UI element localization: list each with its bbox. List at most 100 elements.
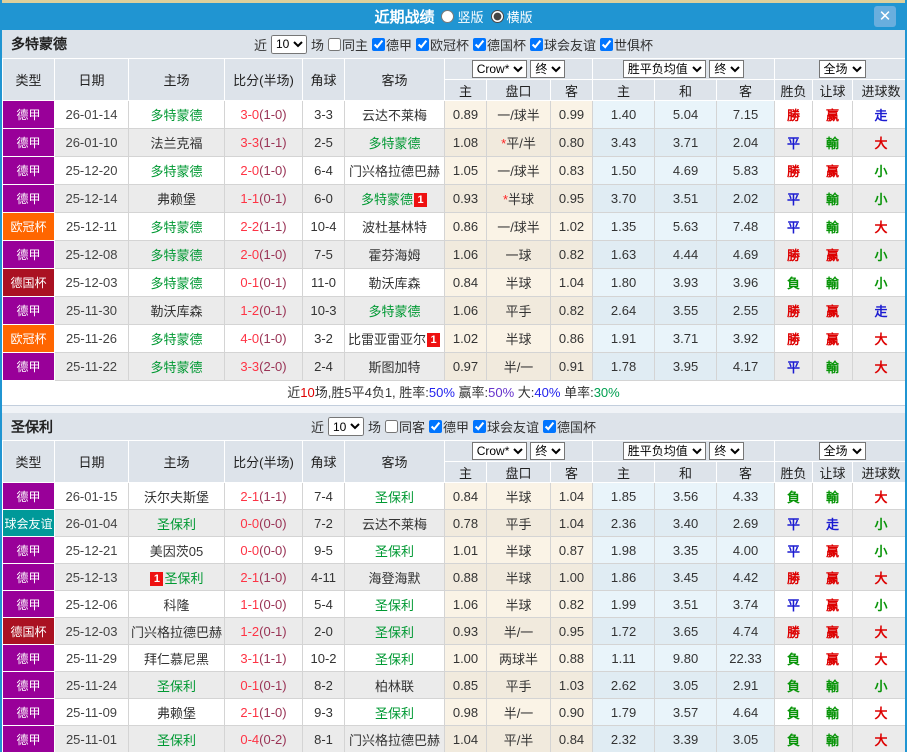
filter-same-venue[interactable]: 同客 <box>384 417 425 436</box>
result-char: 走 <box>874 304 888 319</box>
match-date: 25-12-03 <box>54 617 129 645</box>
score-cell: 3-0(1-0) <box>224 100 303 129</box>
filter-league[interactable]: 世俱杯 <box>600 35 653 54</box>
team-name: 多特蒙德 <box>150 360 203 375</box>
fulltime-score: 2-1 <box>240 704 260 720</box>
result-char: 勝 <box>787 304 801 319</box>
away-team: 圣保利 <box>344 482 445 510</box>
result-char: 走 <box>826 516 840 532</box>
match-count-select[interactable]: 10 <box>270 34 307 54</box>
avg-home: 1.91 <box>592 324 656 353</box>
avg-away: 7.48 <box>716 212 776 241</box>
halftime-score: (1-1) <box>259 650 287 666</box>
handicap-text: 平/半 <box>503 732 534 748</box>
scope-select[interactable]: 全场 <box>818 60 866 78</box>
result-char: 平 <box>787 136 801 151</box>
scope-select[interactable]: 全场 <box>818 442 866 460</box>
close-button[interactable]: ✕ <box>874 6 896 27</box>
filter-league[interactable]: 球会友谊 <box>530 35 596 54</box>
result-handicap: 赢 <box>812 590 854 618</box>
league-checkbox[interactable] <box>473 37 487 51</box>
avg-draw: 4.44 <box>654 240 718 269</box>
odds-away: 0.83 <box>549 156 594 185</box>
result-char: 勝 <box>787 624 801 640</box>
col-date: 日期 <box>54 58 129 101</box>
filter-league[interactable]: 球会友谊 <box>473 417 539 436</box>
avg-select[interactable]: 胜平负均值 <box>622 442 706 460</box>
league-checkbox[interactable] <box>416 37 429 51</box>
odds-stage-select[interactable]: 终 <box>530 60 566 78</box>
filter-same-venue[interactable]: 同主 <box>327 35 368 54</box>
match-row: 德甲 25-12-13 1 圣保利 2-1(1-0) 4-11 海登海默 0.88 半球 1.00… <box>2 563 905 591</box>
score-cell: 0-1(0-1) <box>224 671 303 699</box>
odds-group-header: Crow* 终 <box>443 440 594 462</box>
league-checkbox[interactable] <box>371 37 385 51</box>
result-handicap: 輸 <box>812 128 854 157</box>
vertical-radio[interactable] <box>441 10 455 23</box>
same-venue-label: 同主 <box>341 37 368 53</box>
result-goals: 大 <box>852 212 905 241</box>
league-checkbox[interactable] <box>473 420 487 433</box>
filters-bar: 近 10 场 同主 德甲 欧冠杯 德国杯 球会友谊 世俱杯 <box>2 34 905 54</box>
avg-stage-select[interactable]: 终 <box>709 60 745 78</box>
league-checkbox[interactable] <box>543 420 557 433</box>
league-checkbox[interactable] <box>530 37 544 51</box>
col-away: 客场 <box>344 440 445 483</box>
same-venue-checkbox[interactable] <box>384 420 398 433</box>
avg-select[interactable]: 胜平负均值 <box>622 60 706 78</box>
fulltime-score: 1-1 <box>240 191 260 206</box>
odds-company-select[interactable]: Crow* <box>471 442 527 460</box>
league-label: 德甲 <box>443 420 470 435</box>
team-name: 沃尔夫斯堡 <box>143 489 209 505</box>
near-label: 近 <box>310 420 324 435</box>
result-char: 勝 <box>787 108 801 123</box>
filter-league[interactable]: 德国杯 <box>543 417 596 436</box>
competition-badge: 球会友谊 <box>2 509 55 537</box>
competition-badge: 德甲 <box>2 352 55 381</box>
subcol-let: 让球 <box>812 461 854 483</box>
match-count-select[interactable]: 10 <box>327 417 364 436</box>
close-icon: ✕ <box>878 8 892 25</box>
result-char: 大 <box>874 220 888 235</box>
subcol-avg-away: 客 <box>716 461 776 483</box>
result-goals: 大 <box>852 482 905 510</box>
team-name: 圣保利 <box>156 732 196 748</box>
league-checkbox[interactable] <box>600 37 614 51</box>
filter-league[interactable]: 欧冠杯 <box>416 35 469 54</box>
odds-group-header: Crow* 终 <box>443 58 594 80</box>
filter-league[interactable]: 德甲 <box>371 35 412 54</box>
result-char: 大 <box>874 705 888 721</box>
avg-home: 1.99 <box>592 590 656 618</box>
avg-stage-select[interactable]: 终 <box>709 442 745 460</box>
result-char: 輸 <box>826 220 840 235</box>
layout-vertical-option[interactable]: 竖版 <box>441 7 484 26</box>
match-date: 25-11-29 <box>54 644 129 672</box>
away-team: 多特蒙德 <box>344 296 445 325</box>
avg-away: 4.00 <box>716 536 776 564</box>
layout-horizontal-option[interactable]: 横版 <box>490 7 533 26</box>
competition-badge: 德甲 <box>2 296 55 325</box>
league-checkbox[interactable] <box>429 420 442 433</box>
result-wdl: 平 <box>774 536 814 564</box>
avg-group-header: 胜平负均值 终 <box>592 440 776 462</box>
odds-away: 1.04 <box>549 482 594 510</box>
corner-count: 7-4 <box>302 482 345 510</box>
odds-stage-select[interactable]: 终 <box>530 442 566 460</box>
match-date: 26-01-04 <box>54 509 129 537</box>
same-venue-checkbox[interactable] <box>327 37 341 51</box>
col-score: 比分(半场) <box>224 440 303 483</box>
team-name: 圣保利 <box>374 624 414 640</box>
halftime-score: (1-0) <box>259 107 287 122</box>
filter-league[interactable]: 德甲 <box>429 417 469 436</box>
horizontal-radio[interactable] <box>490 10 504 23</box>
filter-league[interactable]: 德国杯 <box>473 35 526 54</box>
avg-draw: 3.55 <box>654 296 718 325</box>
result-handicap: 赢 <box>812 296 854 325</box>
odds-company-select[interactable]: Crow* <box>471 60 527 78</box>
away-team: 门兴格拉德巴赫 <box>344 725 445 752</box>
corner-count: 2-5 <box>302 128 345 157</box>
result-wdl: 勝 <box>774 156 814 185</box>
match-row: 欧冠杯 25-11-26 多特蒙德 4-0(1-0) 3-2 比雷亚雷亚尔 1 1.02 半球 0… <box>2 324 905 353</box>
handicap: 两球半 <box>486 644 551 672</box>
team-name: 法兰克福 <box>150 136 203 151</box>
